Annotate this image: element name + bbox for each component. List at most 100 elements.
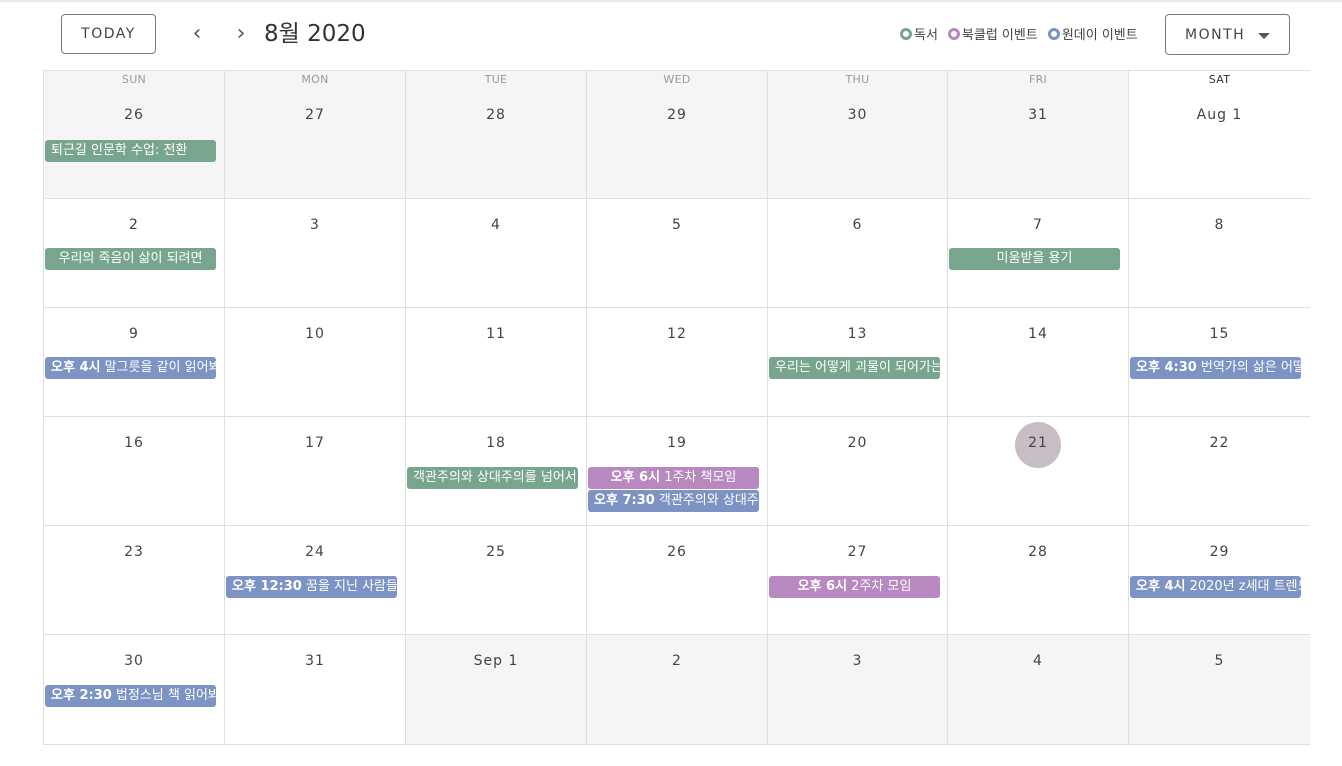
day-cell[interactable]: 26: [587, 526, 768, 635]
day-cell[interactable]: 4: [406, 199, 587, 308]
day-cell[interactable]: 14: [948, 308, 1129, 417]
event-chip[interactable]: 객관주의와 상대주의를 넘어서: [407, 467, 578, 489]
event-chip[interactable]: 오후 6시 2주차 모임: [769, 576, 940, 598]
today-button[interactable]: TODAY: [61, 14, 156, 54]
day-number[interactable]: 4: [948, 653, 1128, 669]
day-number[interactable]: 12: [587, 326, 767, 342]
day-cell[interactable]: WED 29: [587, 71, 768, 199]
day-number[interactable]: 2: [44, 217, 224, 233]
day-cell[interactable]: Sep 1: [406, 635, 587, 744]
day-cell[interactable]: 10: [225, 308, 406, 417]
day-cell[interactable]: 27 오후 6시 2주차 모임: [768, 526, 948, 635]
day-number[interactable]: 30: [768, 107, 947, 123]
day-number[interactable]: 29: [587, 107, 767, 123]
day-cell[interactable]: 22: [1129, 417, 1310, 526]
day-number[interactable]: 31: [948, 107, 1128, 123]
event-chip[interactable]: 퇴근길 인문학 수업: 전환: [45, 140, 216, 162]
day-number[interactable]: 26: [587, 544, 767, 560]
day-number[interactable]: 5: [587, 217, 767, 233]
day-number[interactable]: 25: [406, 544, 586, 560]
day-number[interactable]: 28: [948, 544, 1128, 560]
day-cell[interactable]: 18 객관주의와 상대주의를 넘어서: [406, 417, 587, 526]
day-number[interactable]: 23: [44, 544, 224, 560]
day-number[interactable]: 5: [1129, 653, 1310, 669]
day-number[interactable]: 6: [768, 217, 947, 233]
event-chip[interactable]: 오후 12:30 꿈을 지닌 사람들!: [226, 576, 397, 598]
day-cell[interactable]: 25: [406, 526, 587, 635]
legend-item-reading[interactable]: 독서: [900, 24, 938, 43]
day-number[interactable]: 11: [406, 326, 586, 342]
day-cell[interactable]: 12: [587, 308, 768, 417]
day-number[interactable]: 13: [768, 326, 947, 342]
event-chip[interactable]: 오후 7:30 객관주의와 상대주의: [588, 490, 759, 512]
day-number[interactable]: 9: [44, 326, 224, 342]
event-chip[interactable]: 오후 4시 말그릇을 같이 읽어봐: [45, 357, 216, 379]
day-cell-today[interactable]: 21: [948, 417, 1129, 526]
day-cell[interactable]: 3: [768, 635, 948, 744]
day-number[interactable]: 2: [587, 653, 767, 669]
day-number[interactable]: 16: [44, 435, 224, 451]
day-number[interactable]: 3: [225, 217, 405, 233]
event-chip[interactable]: 오후 2:30 법정스님 책 읽어봐: [45, 685, 216, 707]
chevron-right-icon[interactable]: ›: [227, 20, 255, 48]
event-chip[interactable]: 오후 4시 2020년 z세대 트렌드: [1130, 576, 1301, 598]
day-number[interactable]: Sep 1: [406, 653, 586, 669]
day-number[interactable]: 4: [406, 217, 586, 233]
event-chip[interactable]: 오후 4:30 번역가의 삶은 어떨까: [1130, 357, 1301, 379]
day-cell[interactable]: THU 30: [768, 71, 948, 199]
day-number[interactable]: 10: [225, 326, 405, 342]
day-number[interactable]: 27: [768, 544, 947, 560]
day-number[interactable]: 26: [44, 107, 224, 123]
day-number[interactable]: 31: [225, 653, 405, 669]
day-cell[interactable]: 29 오후 4시 2020년 z세대 트렌드: [1129, 526, 1310, 635]
day-cell[interactable]: MON 27: [225, 71, 406, 199]
day-cell[interactable]: 5: [1129, 635, 1310, 744]
event-chip[interactable]: 우리는 어떻게 괴물이 되어가는가: [769, 357, 940, 379]
day-number[interactable]: 21: [948, 435, 1128, 451]
day-cell[interactable]: 2 우리의 죽음이 삶이 되려면: [44, 199, 225, 308]
day-cell[interactable]: 28: [948, 526, 1129, 635]
day-number[interactable]: 28: [406, 107, 586, 123]
day-number[interactable]: 19: [587, 435, 767, 451]
day-cell[interactable]: 16: [44, 417, 225, 526]
day-number[interactable]: 8: [1129, 217, 1310, 233]
day-number[interactable]: 24: [225, 544, 405, 560]
day-cell[interactable]: 15 오후 4:30 번역가의 삶은 어떨까: [1129, 308, 1310, 417]
day-number[interactable]: 3: [768, 653, 947, 669]
day-cell[interactable]: 6: [768, 199, 948, 308]
day-number[interactable]: 18: [406, 435, 586, 451]
chevron-left-icon[interactable]: ‹: [183, 20, 211, 48]
event-chip[interactable]: 미움받을 용기: [949, 248, 1120, 270]
view-select[interactable]: MONTH: [1165, 14, 1290, 55]
day-cell[interactable]: 20: [768, 417, 948, 526]
legend-item-oneday[interactable]: 원데이 이벤트: [1047, 24, 1138, 43]
day-number[interactable]: 15: [1129, 326, 1310, 342]
event-chip[interactable]: 오후 6시 1주차 책모임: [588, 467, 759, 489]
day-number[interactable]: 30: [44, 653, 224, 669]
day-cell[interactable]: 7 미움받을 용기: [948, 199, 1129, 308]
day-cell[interactable]: FRI 31: [948, 71, 1129, 199]
day-number[interactable]: 7: [948, 217, 1128, 233]
day-number[interactable]: 20: [768, 435, 947, 451]
day-cell[interactable]: 19 오후 6시 1주차 책모임 오후 7:30 객관주의와 상대주의: [587, 417, 768, 526]
day-number[interactable]: 14: [948, 326, 1128, 342]
day-cell[interactable]: 11: [406, 308, 587, 417]
day-cell[interactable]: 13 우리는 어떻게 괴물이 되어가는가: [768, 308, 948, 417]
day-cell[interactable]: 2: [587, 635, 768, 744]
day-cell[interactable]: SUN 26 퇴근길 인문학 수업: 전환: [44, 71, 225, 199]
day-cell[interactable]: 5: [587, 199, 768, 308]
day-cell[interactable]: TUE 28: [406, 71, 587, 199]
event-chip[interactable]: 우리의 죽음이 삶이 되려면: [45, 248, 216, 270]
day-cell[interactable]: 17: [225, 417, 406, 526]
day-number[interactable]: Aug 1: [1129, 107, 1310, 123]
day-cell[interactable]: 30 오후 2:30 법정스님 책 읽어봐: [44, 635, 225, 744]
day-cell[interactable]: SAT Aug 1: [1129, 71, 1310, 199]
legend-item-bookclub[interactable]: 북클럽 이벤트: [947, 24, 1038, 43]
day-number[interactable]: 29: [1129, 544, 1310, 560]
day-cell[interactable]: 23: [44, 526, 225, 635]
day-cell[interactable]: 4: [948, 635, 1129, 744]
day-cell[interactable]: 24 오후 12:30 꿈을 지닌 사람들!: [225, 526, 406, 635]
day-number[interactable]: 27: [225, 107, 405, 123]
day-number[interactable]: 22: [1129, 435, 1310, 451]
day-cell[interactable]: 8: [1129, 199, 1310, 308]
